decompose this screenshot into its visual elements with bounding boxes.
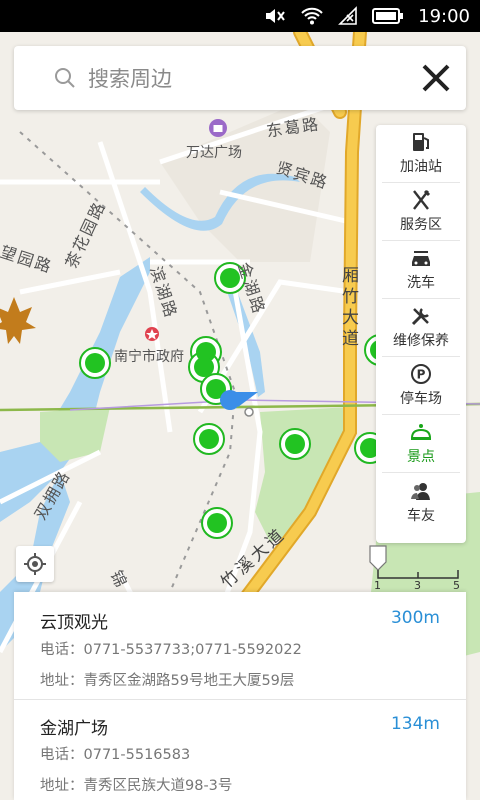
mute-icon [264, 6, 286, 26]
no-sim-icon [338, 6, 358, 26]
category-parking[interactable]: P 停车场 [382, 357, 460, 415]
svg-text:P: P [417, 368, 426, 382]
battery-icon [372, 7, 404, 25]
search-bar[interactable]: 搜索周边 [14, 46, 466, 110]
result-phone[interactable]: 电话：0771-5537733;0771-5592022 [40, 638, 302, 659]
locate-button[interactable] [16, 546, 54, 582]
parking-icon: P [410, 363, 432, 385]
category-service-area[interactable]: 服务区 [382, 183, 460, 241]
category-car-wash[interactable]: 洗车 [382, 241, 460, 299]
clock: 19:00 [418, 5, 470, 27]
result-address: 地址：青秀区金湖路59号地王大厦59层 [40, 673, 295, 689]
category-car-friends[interactable]: 车友 [382, 473, 460, 531]
map-label-wanda: 万达广场 [186, 145, 242, 161]
scale-tick-1: 1 [374, 579, 381, 592]
result-address: 地址：青秀区民族大道98-3号 [40, 778, 233, 794]
result-name: 金湖广场 [40, 719, 108, 739]
car-wash-icon [410, 247, 432, 269]
result-phone[interactable]: 电话：0771-5516583 [40, 743, 190, 764]
category-gas-station[interactable]: 加油站 [382, 125, 460, 183]
fork-knife-icon [411, 189, 431, 211]
category-scenic[interactable]: 景点 [382, 415, 460, 473]
result-distance: 134m [390, 714, 440, 734]
close-icon [422, 64, 450, 92]
search-icon [54, 65, 80, 91]
results-list: 云顶观光 300m 电话：0771-5537733;0771-5592022 地… [14, 592, 466, 800]
locate-icon [24, 553, 46, 575]
list-item[interactable]: 云顶观光 300m 电话：0771-5537733;0771-5592022 地… [14, 592, 466, 700]
friends-icon [410, 480, 432, 502]
result-distance: 300m [390, 608, 440, 628]
tools-icon [410, 305, 432, 327]
wifi-icon [300, 6, 324, 26]
scale-slider-handle [369, 545, 387, 571]
close-button[interactable] [406, 46, 466, 110]
list-item[interactable]: 金湖广场 134m 电话：0771-5516583 地址：青秀区民族大道98-3… [14, 700, 466, 800]
status-bar: 19:00 [0, 0, 480, 32]
scale-tick-3: 3 [414, 579, 421, 592]
scenic-icon [409, 421, 433, 443]
gas-station-icon [411, 131, 431, 153]
scale-tick-5: 5 [453, 579, 460, 592]
map-label-xiangzhu-ave: 厢竹大道 [342, 266, 359, 349]
category-repair[interactable]: 维修保养 [382, 299, 460, 357]
map-scale: 1 3 5 [368, 544, 464, 594]
map-label-govt: 南宁市政府 [114, 349, 184, 365]
result-name: 云顶观光 [40, 613, 108, 633]
category-panel: 加油站 服务区 洗车 维修保养 P 停车场 景点 车友 [376, 125, 466, 543]
search-input[interactable]: 搜索周边 [88, 63, 406, 93]
